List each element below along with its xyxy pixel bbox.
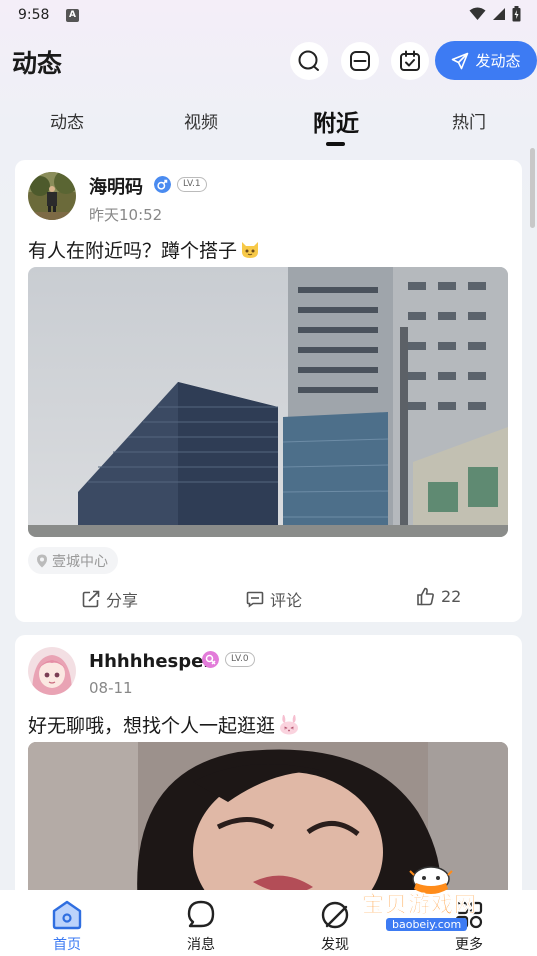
wifi-icon	[469, 7, 486, 20]
location-pin-icon	[37, 554, 47, 567]
share-button[interactable]: 分享	[82, 587, 138, 611]
status-bar: 9:58 A	[0, 0, 537, 32]
discover-icon	[321, 901, 349, 929]
page-title: 动态	[12, 49, 63, 78]
message-icon	[187, 900, 215, 928]
tab-nearby[interactable]: 附近	[313, 104, 359, 138]
watermark-text: 宝贝游戏网	[362, 893, 478, 919]
cat-emoji-icon	[242, 242, 259, 258]
comment-label: 评论	[270, 591, 303, 610]
create-post-label: 发动态	[475, 52, 521, 70]
location-tag[interactable]: 壹城中心	[28, 547, 118, 574]
tab-dynamic[interactable]: 动态	[50, 108, 84, 133]
active-tab-indicator	[326, 142, 345, 146]
female-icon	[202, 651, 219, 668]
nav-messages-label: 消息	[187, 937, 215, 953]
status-icons	[469, 6, 521, 22]
username[interactable]: 海明码	[89, 173, 143, 199]
post-time: 昨天10:52	[89, 206, 163, 224]
level-badge: LV.1	[177, 177, 207, 192]
post-image[interactable]	[28, 267, 508, 537]
watermark-url: baobeiy.com	[386, 918, 468, 931]
like-count: 22	[441, 587, 462, 606]
watermark: 宝贝游戏网 baobeiy.com	[360, 865, 510, 943]
nav-discover-label: 发现	[321, 937, 349, 953]
tab-popular[interactable]: 热门	[452, 108, 486, 133]
location-label: 壹城中心	[52, 553, 108, 570]
search-icon	[298, 50, 319, 71]
checkin-button[interactable]	[391, 42, 429, 80]
scan-icon	[350, 51, 370, 71]
male-icon	[154, 176, 171, 193]
tab-video[interactable]: 视频	[184, 108, 218, 133]
battery-icon	[512, 6, 521, 22]
nav-home[interactable]: 首页	[27, 890, 107, 954]
post-text-content: 有人在附近吗？蹲个搭子	[28, 240, 238, 262]
search-button[interactable]	[290, 42, 328, 80]
avatar[interactable]	[28, 172, 76, 220]
comment-button[interactable]: 评论	[246, 587, 302, 611]
share-label: 分享	[106, 591, 139, 610]
send-icon	[452, 52, 469, 69]
like-button[interactable]: 22	[416, 587, 461, 606]
nav-home-label: 首页	[53, 937, 81, 953]
post-time: 08-11	[89, 679, 133, 697]
post-text-content: 好无聊哦，想找个人一起逛逛	[28, 715, 276, 737]
avatar[interactable]	[28, 647, 76, 695]
post-text: 有人在附近吗？蹲个搭子	[28, 236, 261, 263]
cell-signal-icon	[493, 8, 505, 20]
notification-icon: A	[66, 9, 79, 22]
username[interactable]: Hhhhhesper	[89, 651, 212, 672]
bunny-emoji-icon	[280, 715, 299, 735]
thumbs-up-icon	[417, 587, 434, 606]
calendar-check-icon	[400, 50, 420, 71]
post-card[interactable]: 海明码 LV.1 昨天10:52 有人在附近吗？蹲个搭子 壹城中心 分享 评论 …	[15, 160, 522, 622]
create-post-button[interactable]: 发动态	[435, 41, 537, 80]
home-icon	[52, 900, 82, 930]
comment-icon	[246, 591, 264, 608]
status-time: 9:58	[18, 7, 50, 23]
feed-tabs: 动态 视频 附近 热门	[0, 100, 537, 150]
level-badge: LV.0	[225, 652, 255, 667]
scrollbar[interactable]	[530, 148, 535, 228]
post-text: 好无聊哦，想找个人一起逛逛	[28, 711, 301, 738]
nav-messages[interactable]: 消息	[161, 890, 241, 954]
share-icon	[82, 590, 100, 608]
scan-button[interactable]	[341, 42, 379, 80]
